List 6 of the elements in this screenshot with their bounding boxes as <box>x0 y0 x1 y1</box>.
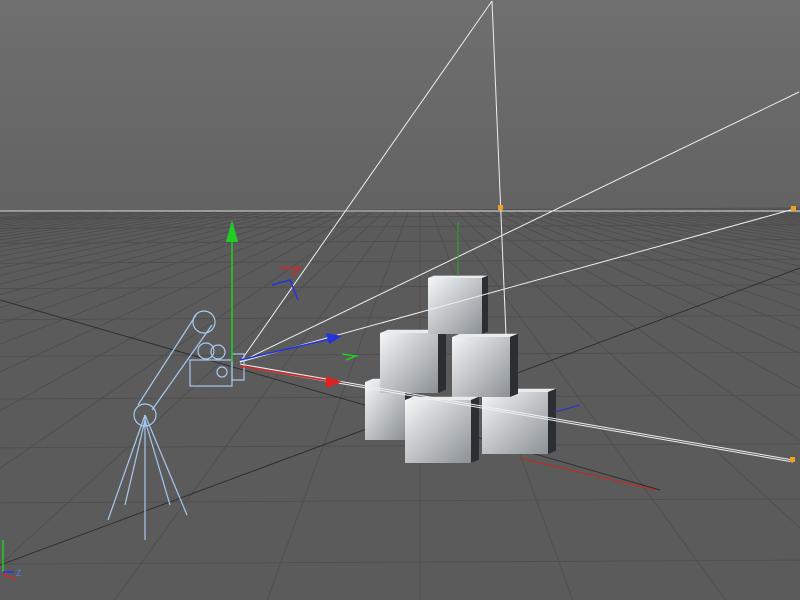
world-axis-icon <box>2 540 16 581</box>
handle-point[interactable] <box>791 206 796 211</box>
handle-point[interactable] <box>498 205 503 210</box>
handle-point[interactable] <box>790 457 795 462</box>
move-axis-gizmo-icon <box>226 220 359 388</box>
axis-label: Z <box>16 568 22 578</box>
